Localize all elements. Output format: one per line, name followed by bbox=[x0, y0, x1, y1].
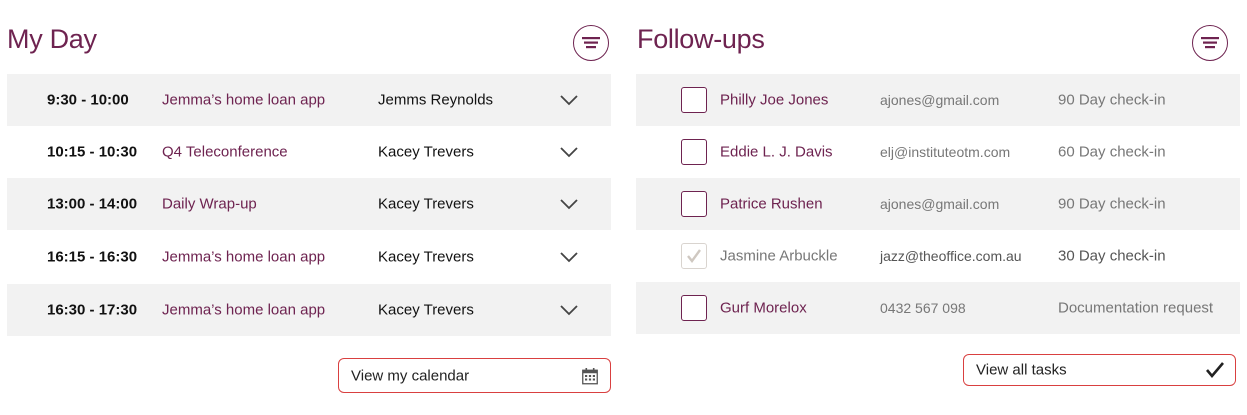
follow-up-task: 60 Day check-in bbox=[1058, 143, 1166, 161]
follow-up-contact: ajones@gmail.com bbox=[880, 196, 1000, 212]
appointment-person: Jemms Reynolds bbox=[378, 91, 494, 109]
follow-up-name[interactable]: Philly Joe Jones bbox=[720, 92, 828, 109]
filter-icon bbox=[582, 37, 600, 49]
follow-ups-list: Philly Joe Jones ajones@gmail.com 90 Day… bbox=[636, 74, 1240, 334]
my-day-list: 9:30 - 10:00 Jemma’s home loan app Jemms… bbox=[7, 74, 611, 336]
follow-ups-filter-button[interactable] bbox=[1192, 25, 1228, 61]
appointment-time: 10:15 - 10:30 bbox=[47, 143, 138, 161]
my-day-filter-button[interactable] bbox=[573, 25, 609, 61]
appointment-time: 13:00 - 14:00 bbox=[47, 195, 138, 213]
appointment-row[interactable]: 13:00 - 14:00 Daily Wrap-up Kacey Trever… bbox=[7, 178, 611, 230]
follow-up-name[interactable]: Eddie L. J. Davis bbox=[720, 144, 833, 161]
appointment-row[interactable]: 16:30 - 17:30 Jemma’s home loan app Kace… bbox=[7, 284, 611, 336]
my-day-title: My Day bbox=[7, 24, 97, 54]
appointment-title[interactable]: Q4 Teleconference bbox=[162, 144, 288, 161]
follow-up-row: Jasmine Arbuckle jazz@theoffice.com.au 3… bbox=[636, 230, 1240, 282]
follow-up-checkbox[interactable] bbox=[681, 87, 707, 113]
follow-ups-title: Follow-ups bbox=[637, 24, 765, 54]
follow-up-task: Documentation request bbox=[1058, 299, 1214, 317]
chevron-down-icon[interactable] bbox=[559, 251, 579, 263]
checkmark-icon bbox=[687, 249, 701, 263]
appointment-time: 16:15 - 16:30 bbox=[47, 248, 138, 266]
appointment-title[interactable]: Jemma’s home loan app bbox=[162, 302, 325, 319]
appointment-title[interactable]: Jemma’s home loan app bbox=[162, 249, 325, 266]
follow-up-checkbox[interactable] bbox=[681, 191, 707, 217]
follow-up-contact: jazz@theoffice.com.au bbox=[880, 248, 1022, 264]
view-all-tasks-label: View all tasks bbox=[976, 361, 1067, 379]
appointment-person: Kacey Trevers bbox=[378, 143, 474, 161]
appointment-time: 16:30 - 17:30 bbox=[47, 301, 138, 319]
appointment-title[interactable]: Jemma’s home loan app bbox=[162, 92, 325, 109]
follow-up-task: 30 Day check-in bbox=[1058, 247, 1166, 265]
appointment-row[interactable]: 10:15 - 10:30 Q4 Teleconference Kacey Tr… bbox=[7, 126, 611, 178]
chevron-down-icon[interactable] bbox=[559, 94, 579, 106]
appointment-person: Kacey Trevers bbox=[378, 248, 474, 266]
follow-up-checkbox[interactable] bbox=[681, 295, 707, 321]
follow-up-task: 90 Day check-in bbox=[1058, 195, 1166, 213]
chevron-down-icon[interactable] bbox=[559, 304, 579, 316]
appointment-person: Kacey Trevers bbox=[378, 195, 474, 213]
follow-up-row: Eddie L. J. Davis elj@instituteotm.com 6… bbox=[636, 126, 1240, 178]
appointment-row[interactable]: 9:30 - 10:00 Jemma’s home loan app Jemms… bbox=[7, 74, 611, 126]
follow-up-name[interactable]: Jasmine Arbuckle bbox=[720, 248, 838, 265]
filter-icon bbox=[1201, 37, 1219, 49]
follow-up-task: 90 Day check-in bbox=[1058, 91, 1166, 109]
view-all-tasks-button[interactable]: View all tasks bbox=[963, 354, 1236, 386]
view-calendar-button[interactable]: View my calendar bbox=[338, 358, 611, 393]
chevron-down-icon[interactable] bbox=[559, 198, 579, 210]
follow-up-row: Patrice Rushen ajones@gmail.com 90 Day c… bbox=[636, 178, 1240, 230]
follow-up-name[interactable]: Patrice Rushen bbox=[720, 196, 823, 213]
appointment-row[interactable]: 16:15 - 16:30 Jemma’s home loan app Kace… bbox=[7, 230, 611, 284]
checkmark-icon bbox=[1206, 362, 1224, 379]
follow-up-checkbox-checked[interactable] bbox=[681, 243, 707, 269]
follow-up-contact: ajones@gmail.com bbox=[880, 92, 1000, 108]
follow-up-contact: 0432 567 098 bbox=[880, 300, 966, 316]
appointment-time: 9:30 - 10:00 bbox=[47, 91, 129, 109]
chevron-down-icon[interactable] bbox=[559, 146, 579, 158]
follow-up-row: Philly Joe Jones ajones@gmail.com 90 Day… bbox=[636, 74, 1240, 126]
appointment-person: Kacey Trevers bbox=[378, 301, 474, 319]
view-calendar-label: View my calendar bbox=[351, 367, 470, 384]
follow-up-contact: elj@instituteotm.com bbox=[880, 144, 1011, 160]
follow-up-checkbox[interactable] bbox=[681, 139, 707, 165]
follow-up-name[interactable]: Gurf Morelox bbox=[720, 300, 807, 317]
calendar-icon bbox=[582, 367, 598, 384]
appointment-title[interactable]: Daily Wrap-up bbox=[162, 196, 257, 213]
follow-up-row: Gurf Morelox 0432 567 098 Documentation … bbox=[636, 282, 1240, 334]
